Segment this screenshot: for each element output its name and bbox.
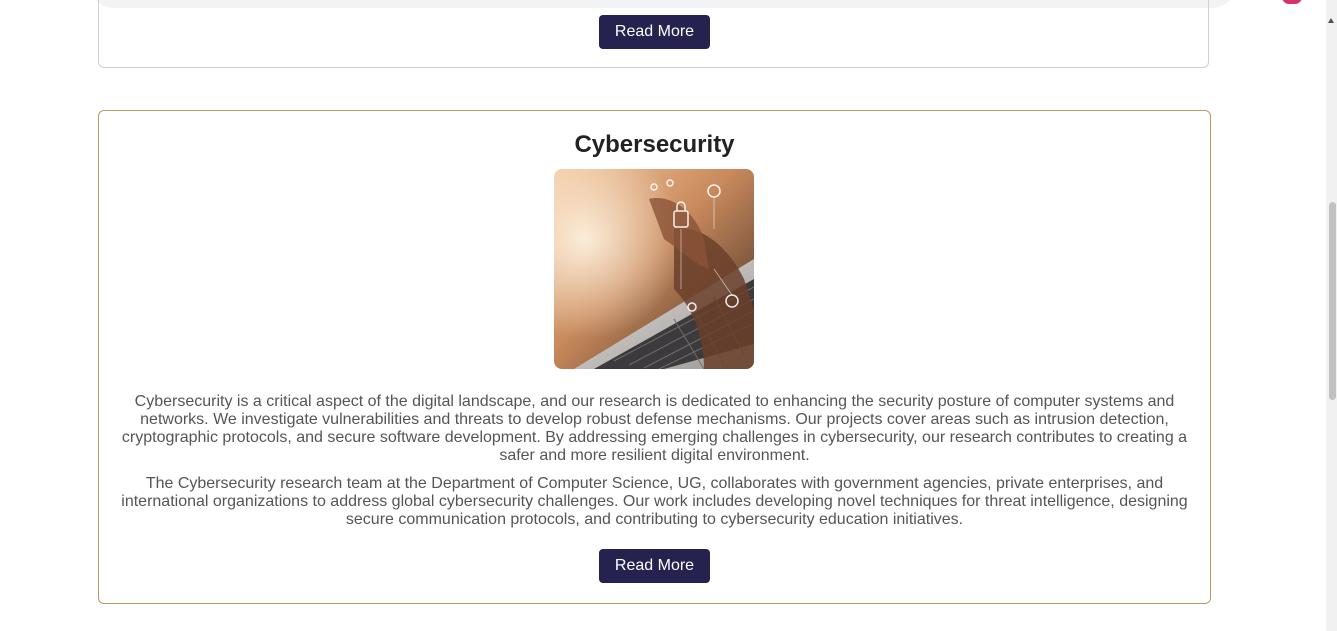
card-paragraph-2: The Cybersecurity research team at the D… [121, 475, 1188, 528]
previous-research-card: Read More [98, 0, 1209, 68]
avatar[interactable] [1282, 0, 1302, 4]
laptop-lock-illustration [554, 169, 754, 369]
scrollbar-thumb[interactable] [1329, 202, 1336, 400]
cybersecurity-card: Cybersecurity Cybersecurity is a critica… [98, 110, 1211, 604]
read-more-button[interactable]: Read More [599, 549, 710, 583]
scroll-up-arrow-icon[interactable] [1328, 18, 1334, 23]
page: Read More Cybersecurity Cybersecurity is… [0, 0, 1337, 631]
card-paragraph-1: Cybersecurity is a critical aspect of th… [121, 393, 1188, 464]
cybersecurity-image [554, 169, 754, 369]
read-more-button-previous[interactable]: Read More [599, 15, 710, 49]
card-title: Cybersecurity [574, 131, 735, 158]
